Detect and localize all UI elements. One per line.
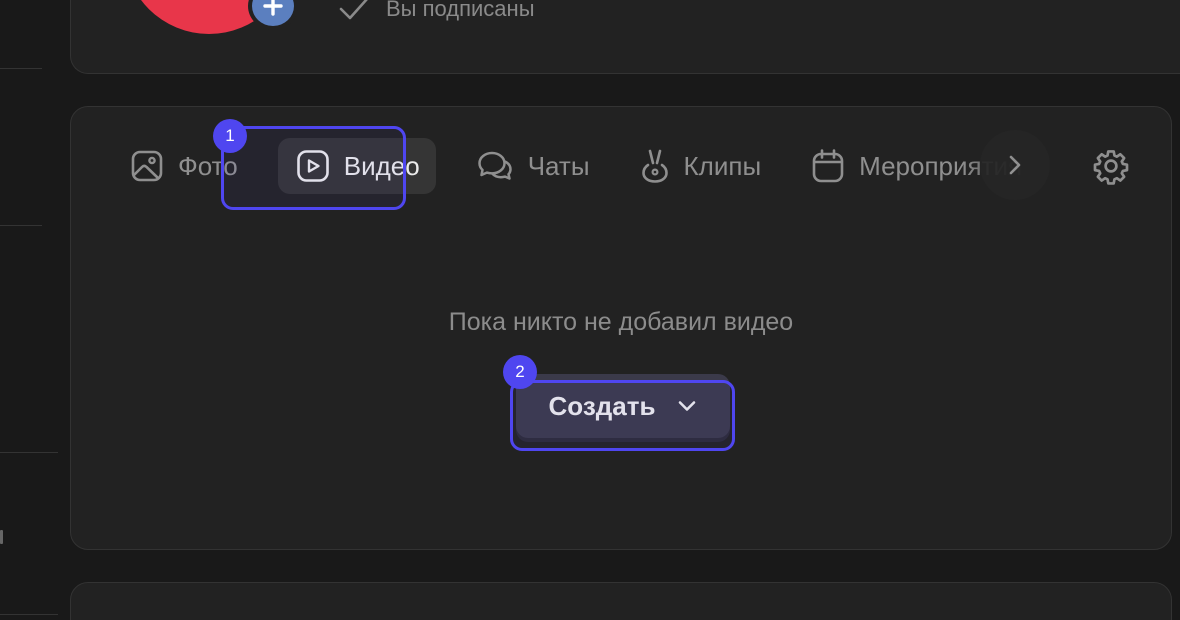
tab-clips[interactable]: Клипы	[630, 138, 772, 194]
plus-icon	[263, 0, 283, 16]
tab-label: Клипы	[683, 150, 762, 181]
next-card	[70, 582, 1172, 620]
sidebar-item-fragment	[0, 530, 3, 544]
tabs-settings-button[interactable]	[1090, 145, 1132, 187]
calendar-icon	[812, 149, 844, 183]
subscribed-button[interactable]: Вы подписаны	[338, 0, 535, 24]
image-icon	[131, 150, 163, 182]
chevron-right-icon	[1009, 155, 1021, 175]
annotation-badge: 2	[503, 355, 537, 389]
empty-state-text: Пока никто не добавил видео	[448, 308, 794, 336]
check-icon	[339, 0, 368, 20]
tab-chats[interactable]: Чаты	[466, 138, 600, 194]
clips-icon	[641, 149, 668, 183]
gear-icon	[1093, 150, 1129, 185]
subscribed-label: Вы подписаны	[386, 0, 535, 21]
chat-icon	[477, 151, 512, 180]
highlight-box-video-tab	[221, 126, 406, 210]
annotation-badge: 1	[213, 119, 247, 153]
highlight-box-create-button	[510, 380, 735, 451]
left-sidebar	[0, 0, 60, 620]
sidebar-divider	[0, 614, 58, 615]
sidebar-divider	[0, 225, 42, 226]
tab-label: Чаты	[527, 150, 590, 181]
page: Вы подписаны Фото Видео Чаты Клипы Мероп…	[0, 0, 1180, 620]
sidebar-divider	[0, 452, 58, 453]
sidebar-divider	[0, 68, 42, 69]
tabs-scroll-right-button[interactable]	[980, 130, 1050, 200]
